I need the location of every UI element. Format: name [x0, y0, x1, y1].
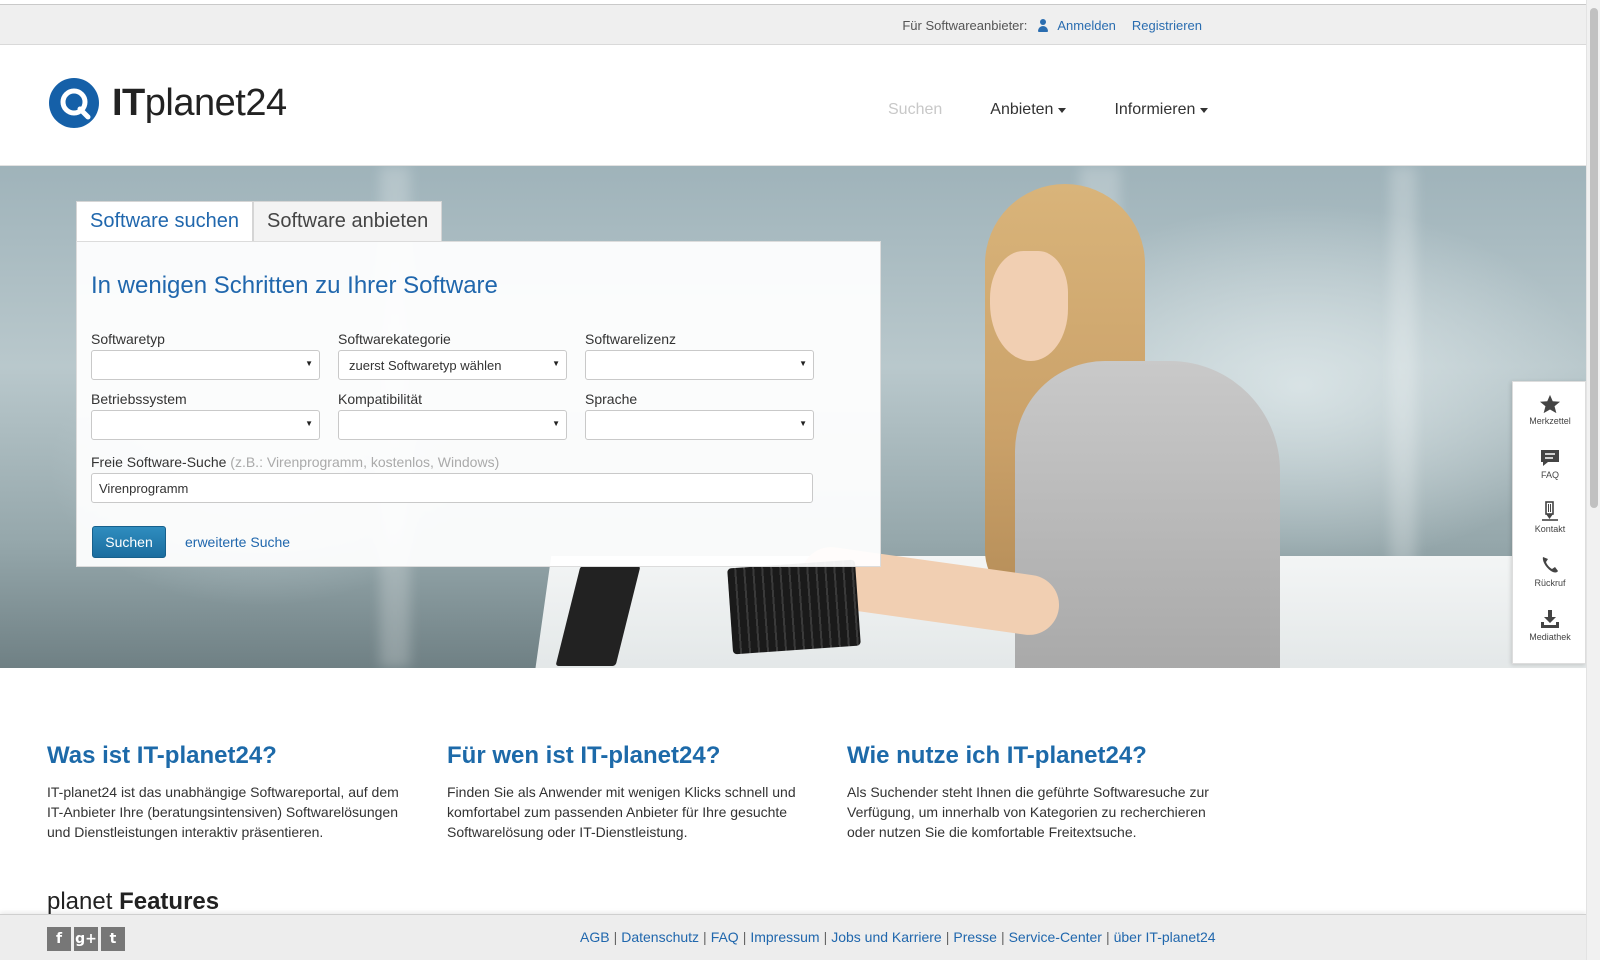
- freitext-label: Freie Software-Suche (z.B.: Virenprogram…: [91, 454, 499, 470]
- info-text: IT-planet24 ist das unabhängige Software…: [47, 784, 399, 840]
- provider-links: Für Softwareanbieter: Anmelden Registrie…: [902, 5, 1202, 46]
- user-icon: [1037, 18, 1049, 33]
- sprache-select[interactable]: [585, 410, 814, 440]
- info-text: Als Suchender steht Ihnen die geführte S…: [847, 784, 1209, 840]
- info-title: Wie nutze ich IT-planet24?: [847, 742, 1147, 769]
- field-softwarelizenz: Softwarelizenz: [585, 331, 814, 380]
- tool-label: Kontakt: [1534, 524, 1566, 534]
- footer-link-presse[interactable]: Presse: [953, 929, 997, 945]
- freitext-input[interactable]: Virenprogramm: [91, 473, 813, 503]
- footer-link-ueber[interactable]: über IT-planet24: [1114, 929, 1216, 945]
- twitter-icon[interactable]: t: [101, 927, 125, 951]
- info-col-wie: Wie nutze ich IT-planet24? Als Suchender…: [847, 742, 1217, 842]
- tool-faq[interactable]: FAQ: [1513, 448, 1587, 480]
- social-links: f g+ t: [47, 927, 125, 951]
- facebook-icon[interactable]: f: [47, 927, 71, 951]
- info-text: Finden Sie als Anwender mit wenigen Klic…: [447, 784, 796, 840]
- tool-rueckruf[interactable]: Rückruf: [1513, 554, 1587, 588]
- nav-informieren-label: Informieren: [1114, 101, 1196, 118]
- login-link[interactable]: Anmelden: [1057, 18, 1116, 33]
- footer-link-impressum[interactable]: Impressum: [750, 929, 819, 945]
- tool-label: FAQ: [1540, 470, 1559, 480]
- nav-anbieten-label: Anbieten: [990, 101, 1054, 118]
- field-label: Kompatibilität: [338, 391, 423, 407]
- softwaretyp-select[interactable]: [91, 350, 320, 380]
- footer-link-service-center[interactable]: Service-Center: [1009, 929, 1102, 945]
- advanced-search-link[interactable]: erweiterte Suche: [185, 534, 290, 550]
- tool-mediathek[interactable]: Mediathek: [1513, 608, 1587, 642]
- pen-icon: [1542, 501, 1558, 521]
- tool-label: Rückruf: [1534, 578, 1566, 588]
- betriebssystem-select[interactable]: [91, 410, 320, 440]
- features-heading: planet Features: [47, 888, 219, 916]
- download-icon: [1541, 610, 1559, 628]
- field-label: Softwarekategorie: [338, 331, 451, 347]
- field-softwarekategorie: Softwarekategorie zuerst Softwaretyp wäh…: [338, 331, 567, 380]
- footer-link-jobs[interactable]: Jobs und Karriere: [831, 929, 942, 945]
- kompatibilitaet-select[interactable]: [338, 410, 567, 440]
- features-bold: Features: [119, 888, 220, 915]
- footer-links: AGB | Datenschutz | FAQ | Impressum | Jobs und K…: [580, 929, 1216, 945]
- softwarekategorie-select[interactable]: zuerst Softwaretyp wählen: [338, 350, 567, 380]
- search-panel: In wenigen Schritten zu Ihrer Software S…: [76, 241, 881, 567]
- field-sprache: Sprache: [585, 391, 814, 440]
- side-toolbar: Merkzettel FAQ Kontakt Rückruf Mediathek: [1512, 381, 1586, 664]
- info-title: Für wen ist IT-planet24?: [447, 742, 721, 769]
- tab-software-anbieten[interactable]: Software anbieten: [252, 201, 443, 241]
- tool-merkzettel[interactable]: Merkzettel: [1513, 394, 1587, 426]
- tool-label: Mediathek: [1529, 632, 1571, 642]
- info-title: Was ist IT-planet24?: [47, 742, 277, 769]
- field-label: Softwarelizenz: [585, 331, 677, 347]
- freitext-hint: (z.B.: Virenprogramm, kostenlos, Windows…: [230, 454, 500, 470]
- field-label: Softwaretyp: [91, 331, 165, 347]
- tab-software-suchen[interactable]: Software suchen: [76, 201, 253, 241]
- field-label: Betriebssystem: [91, 391, 187, 407]
- field-kompatibilitaet: Kompatibilität: [338, 391, 567, 440]
- features-light: planet: [47, 888, 113, 915]
- search-tabs: Software suchen Software anbieten: [76, 201, 443, 241]
- scrollbar-thumb[interactable]: [1590, 8, 1598, 508]
- nav-anbieten[interactable]: Anbieten: [990, 101, 1067, 119]
- search-title: In wenigen Schritten zu Ihrer Software: [91, 272, 498, 299]
- register-link[interactable]: Registrieren: [1132, 18, 1202, 33]
- footer-link-faq[interactable]: FAQ: [711, 929, 739, 945]
- nav-informieren[interactable]: Informieren: [1114, 101, 1209, 119]
- logo-icon: [48, 77, 100, 129]
- main-nav: Suchen Anbieten Informieren: [888, 101, 1256, 119]
- page-scrollbar[interactable]: [1586, 0, 1600, 960]
- info-col-fuer-wen: Für wen ist IT-planet24? Finden Sie als …: [447, 742, 817, 842]
- tool-kontakt[interactable]: Kontakt: [1513, 500, 1587, 534]
- tool-label: Merkzettel: [1529, 416, 1571, 426]
- field-softwaretyp: Softwaretyp: [91, 331, 320, 380]
- caret-down-icon: [1058, 107, 1067, 113]
- field-label: Sprache: [585, 391, 638, 407]
- provider-label: Für Softwareanbieter:: [902, 18, 1028, 33]
- field-betriebssystem: Betriebssystem: [91, 391, 320, 440]
- header: ITplanet24 Suchen Anbieten Informieren: [0, 45, 1586, 166]
- top-bar: Für Softwareanbieter: Anmelden Registrie…: [0, 4, 1586, 45]
- search-button[interactable]: Suchen: [92, 526, 166, 558]
- chat-icon: [1541, 450, 1559, 466]
- freitext-label-text: Freie Software-Suche: [91, 454, 227, 470]
- logo-text: ITplanet24: [112, 81, 287, 124]
- google-plus-icon[interactable]: g+: [74, 927, 98, 951]
- nav-suchen[interactable]: Suchen: [888, 101, 942, 119]
- info-col-was: Was ist IT-planet24? IT-planet24 ist das…: [47, 742, 417, 842]
- caret-down-icon: [1200, 107, 1209, 113]
- footer-link-datenschutz[interactable]: Datenschutz: [621, 929, 699, 945]
- star-icon: [1540, 394, 1560, 414]
- footer-link-agb[interactable]: AGB: [580, 929, 610, 945]
- softwarelizenz-select[interactable]: [585, 350, 814, 380]
- footer: f g+ t AGB | Datenschutz | FAQ | Impressum | Job…: [0, 914, 1586, 960]
- logo[interactable]: ITplanet24: [48, 77, 287, 129]
- phone-icon: [1542, 557, 1558, 573]
